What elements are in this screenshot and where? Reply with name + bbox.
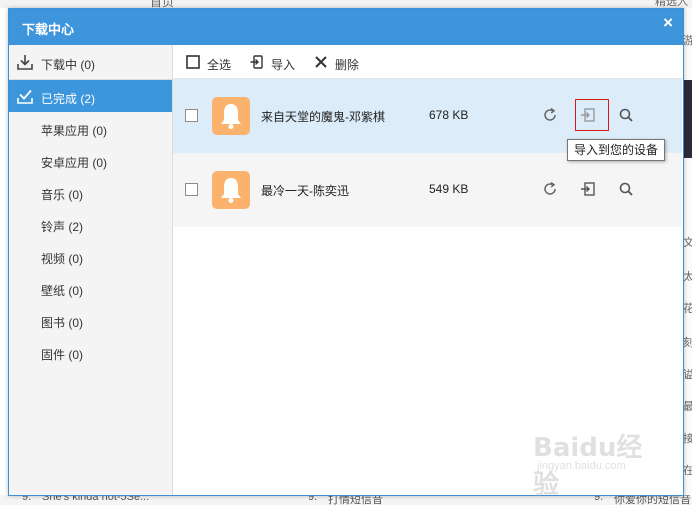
background-list-num: 9. [308,495,318,503]
baidu-watermark: Baidu经验 jingyan.baidu.com [533,427,663,500]
sidebar-item-completed[interactable]: 已完成 (2) [9,80,172,112]
background-edge-text: 文字 [683,237,692,249]
sidebar-item-books[interactable]: 图书 (0) [9,304,172,336]
sidebar-item-ringtones[interactable]: 铃声 (2) [9,208,172,240]
import-tooltip: 导入到您的设备 [567,139,666,161]
redownload-icon[interactable] [541,106,559,124]
sidebar-item-label: 视频 (0) [41,252,84,266]
delete-x-icon [315,56,327,68]
import-device-icon [250,55,263,69]
dialog-titlebar: 下载中心 × [9,9,683,45]
sidebar-item-label: 壁纸 (0) [41,284,84,298]
row-checkbox[interactable] [185,109,198,122]
background-edge-text: 太白 [683,271,692,283]
category-sidebar: 下载中 (0) 已完成 (2) 苹果应用 (0) 安卓应用 (0) 音乐 (0)… [9,45,173,495]
row-checkbox[interactable] [185,183,198,196]
check-tray-icon [17,89,33,104]
sidebar-item-label: 下载中 (0) [41,58,96,72]
sidebar-item-apple-apps[interactable]: 苹果应用 (0) [9,112,172,144]
sidebar-item-video[interactable]: 视频 (0) [9,240,172,272]
sidebar-item-android-apps[interactable]: 安卓应用 (0) [9,144,172,176]
import-to-device-icon[interactable] [579,180,597,198]
sidebar-item-label: 图书 (0) [41,316,84,330]
file-size: 678 KB [429,108,469,122]
file-row[interactable]: 最冷一天-陈奕迅 549 KB [173,153,682,227]
ringtone-thumbnail [212,97,250,135]
background-edge-text: 最 [683,401,692,413]
background-app-header: 首页 精选入 [0,0,692,8]
import-label: 导入 [271,58,296,72]
watermark-url: jingyan.baidu.com [537,460,626,472]
checkbox-icon [186,55,200,69]
background-edge-text: 刻 [683,337,692,349]
download-icon [17,55,33,70]
background-edge-text: 接 [683,433,692,445]
close-icon[interactable]: × [663,13,673,33]
background-right-column: 游 文字 太白 花 刻 谥 最 接 在 [683,8,692,505]
background-thumbnail [684,80,692,158]
search-icon[interactable] [617,106,635,124]
bell-icon [221,178,241,203]
sidebar-item-wallpaper[interactable]: 壁纸 (0) [9,272,172,304]
background-edge-text: 花 [683,303,692,315]
background-breadcrumb: 首页 [150,0,175,8]
sidebar-item-music[interactable]: 音乐 (0) [9,176,172,208]
file-toolbar: 全选 导入 删除 [174,45,683,79]
background-corner-hint: 精选入 [655,0,688,8]
sidebar-item-label: 已完成 (2) [41,92,96,106]
background-list-item: 打情短信音 [328,495,383,505]
sidebar-item-label: 铃声 (2) [41,220,84,234]
dialog-title: 下载中心 [22,22,75,37]
search-icon[interactable] [617,180,635,198]
sidebar-item-firmware[interactable]: 固件 (0) [9,336,172,368]
delete-label: 删除 [335,58,360,72]
file-name: 来自天堂的魔鬼-邓紫棋 [261,110,385,124]
sidebar-item-label: 固件 (0) [41,348,84,362]
sidebar-item-label: 安卓应用 (0) [41,156,108,170]
background-list-item: She's kinda hot-5Se... [42,495,150,503]
bell-icon [221,104,241,129]
background-edge-text: 谥 [683,369,692,381]
file-size: 549 KB [429,182,469,196]
select-all-label: 全选 [207,58,232,72]
redownload-icon[interactable] [541,180,559,198]
highlight-box [575,99,609,131]
file-name: 最冷一天-陈奕迅 [261,184,349,198]
sidebar-item-downloading[interactable]: 下载中 (0) [9,45,172,80]
ringtone-thumbnail [212,171,250,209]
background-edge-text: 游 [683,35,692,47]
sidebar-item-label: 音乐 (0) [41,188,84,202]
background-list-num: 9. [22,495,32,503]
sidebar-item-label: 苹果应用 (0) [41,124,108,138]
background-edge-text: 在 [683,465,692,477]
